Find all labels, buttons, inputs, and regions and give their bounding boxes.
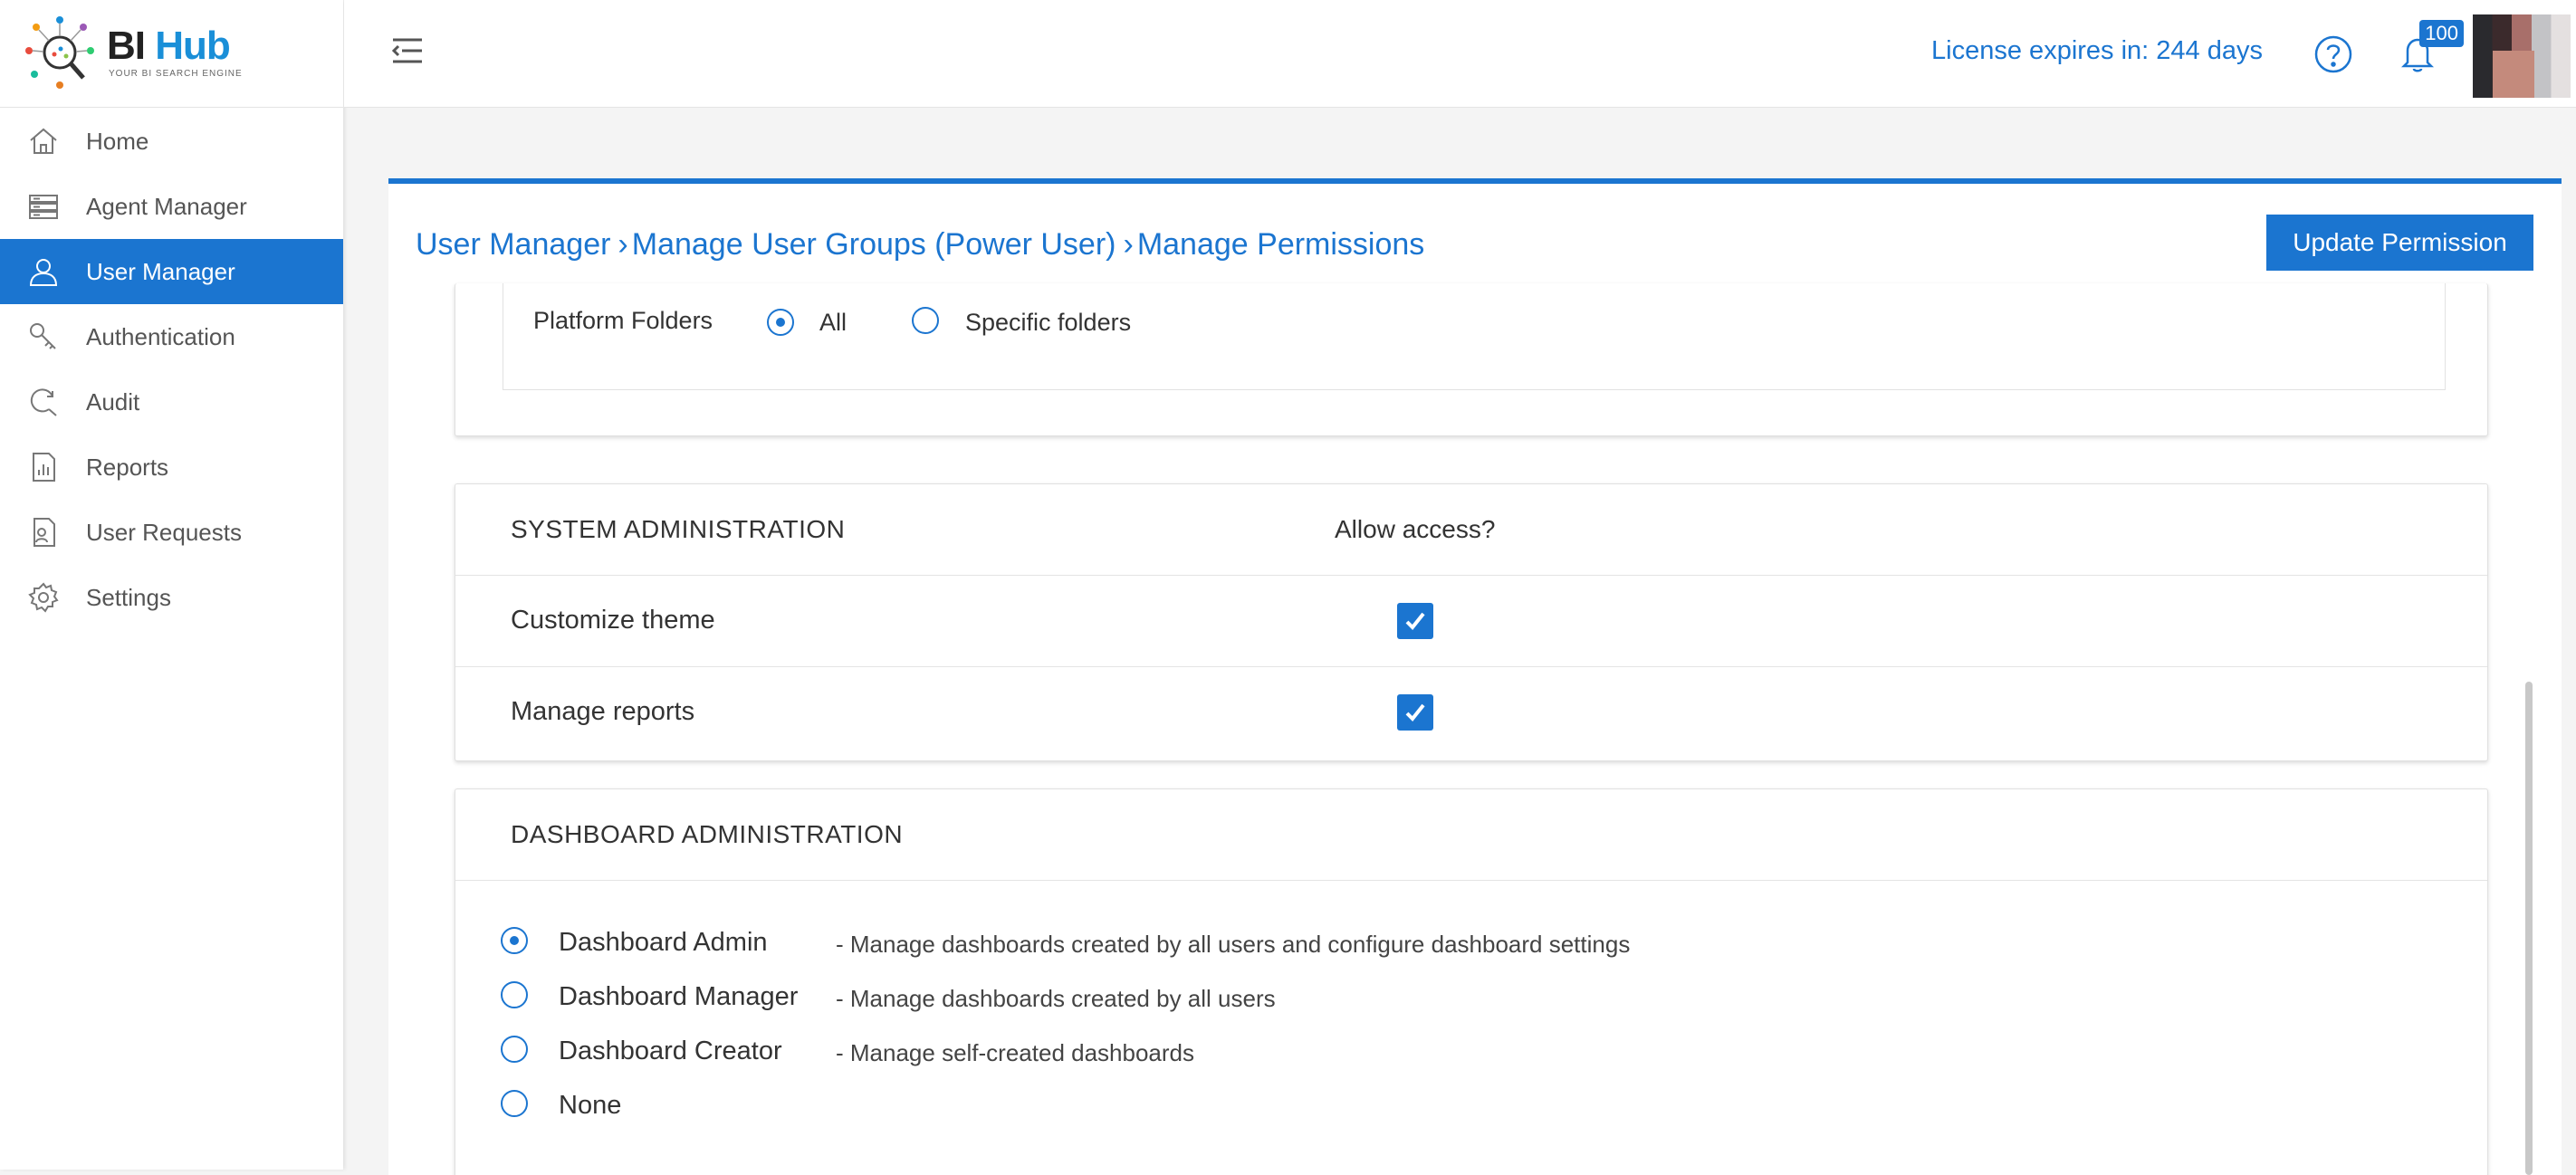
- sidebar-item-label: Reports: [86, 453, 169, 481]
- radio-none[interactable]: [501, 1090, 528, 1117]
- logo-icon: [25, 16, 94, 89]
- platform-folders-box: Platform Folders All Specific folders: [503, 283, 2446, 390]
- top-bar: License expires in: 244 days 100: [344, 0, 2576, 108]
- role-description: - Manage self-created dashboards: [836, 1039, 1195, 1066]
- radio-dashboard-admin[interactable]: [501, 927, 528, 954]
- radio-all[interactable]: [767, 309, 794, 336]
- role-name: None: [559, 1091, 622, 1120]
- row-label: Manage reports: [511, 697, 695, 726]
- dashboard-administration-card: DASHBOARD ADMINISTRATION Dashboard Admin…: [455, 788, 2488, 1175]
- notification-badge: 100: [2419, 20, 2464, 47]
- scrollbar-thumb[interactable]: [2525, 682, 2533, 1175]
- radio-all-label: All: [819, 309, 847, 336]
- radio-specific-folders-label: Specific folders: [965, 309, 1132, 336]
- role-description: - Manage dashboards created by all users…: [836, 931, 1631, 958]
- table-row: Customize theme: [455, 576, 2487, 667]
- brand-name-bi: BI: [107, 24, 146, 68]
- sidebar-item-label: Agent Manager: [86, 192, 247, 220]
- row-label: Customize theme: [511, 606, 715, 635]
- sidebar-item-audit[interactable]: Audit: [0, 369, 343, 435]
- update-permission-button[interactable]: Update Permission: [2266, 215, 2533, 271]
- sidebar-item-label: Audit: [86, 387, 140, 416]
- logo[interactable]: BI Hub YOUR BI SEARCH ENGINE: [0, 0, 343, 108]
- avatar[interactable]: [2473, 14, 2571, 98]
- gear-icon: [25, 579, 62, 616]
- sidebar-item-label: User Requests: [86, 518, 242, 546]
- permissions-panel: User Manager › Manage User Groups (Power U…: [388, 178, 2562, 1175]
- sidebar-item-home[interactable]: Home: [0, 109, 343, 174]
- sidebar-nav: Home Agent Manager User Manager Authenti…: [0, 109, 343, 630]
- sidebar-item-label: User Manager: [86, 257, 235, 285]
- manage-reports-checkbox[interactable]: [1397, 694, 1433, 731]
- system-admin-header-row: SYSTEM ADMINISTRATION Allow access?: [455, 484, 2487, 576]
- chevron-right-icon: ›: [618, 227, 628, 262]
- checkmark-icon: [1405, 612, 1425, 630]
- sidebar-item-label: Settings: [86, 583, 171, 611]
- dashboard-admin-header: DASHBOARD ADMINISTRATION: [455, 789, 2487, 881]
- key-icon: [25, 319, 62, 355]
- section-title: DASHBOARD ADMINISTRATION: [511, 820, 904, 848]
- chevron-right-icon: ›: [1123, 227, 1134, 262]
- breadcrumb: User Manager › Manage User Groups (Power U…: [416, 227, 1424, 263]
- sidebar-item-agent-manager[interactable]: Agent Manager: [0, 174, 343, 239]
- sidebar-item-reports[interactable]: Reports: [0, 435, 343, 500]
- home-icon: [25, 123, 62, 159]
- user-icon: [25, 253, 62, 290]
- breadcrumb-user-manager[interactable]: User Manager: [416, 227, 610, 262]
- role-name: Dashboard Creator: [559, 1036, 782, 1065]
- platform-folders-label: Platform Folders: [533, 307, 713, 334]
- menu-toggle-icon[interactable]: [389, 33, 426, 69]
- brand-name-hub: Hub: [155, 24, 231, 68]
- role-name: Dashboard Manager: [559, 982, 799, 1011]
- radio-specific-folders[interactable]: [912, 307, 939, 334]
- role-description: - Manage dashboards created by all users: [836, 985, 1276, 1012]
- sidebar-item-label: Home: [86, 127, 149, 155]
- help-icon[interactable]: [2313, 34, 2353, 74]
- section-title: SYSTEM ADMINISTRATION: [511, 515, 846, 543]
- request-icon: [25, 514, 62, 550]
- system-administration-card: SYSTEM ADMINISTRATION Allow access? Cust…: [455, 483, 2488, 761]
- sidebar-item-label: Authentication: [86, 322, 235, 350]
- brand-name: BI Hub: [107, 24, 231, 69]
- customize-theme-checkbox[interactable]: [1397, 603, 1433, 639]
- sidebar: BI Hub YOUR BI SEARCH ENGINE Home Agent …: [0, 0, 343, 1170]
- audit-search-icon: [25, 384, 62, 420]
- platform-folders-card: Platform Folders All Specific folders: [455, 283, 2488, 436]
- sidebar-item-user-manager[interactable]: User Manager: [0, 239, 343, 304]
- radio-dashboard-manager[interactable]: [501, 981, 528, 1008]
- table-row: Manage reports: [455, 667, 2487, 758]
- role-name: Dashboard Admin: [559, 928, 768, 957]
- column-header-allow-access: Allow access?: [1335, 515, 1496, 543]
- breadcrumb-manage-user-groups[interactable]: Manage User Groups (Power User): [632, 227, 1116, 262]
- license-expiry-text: License expires in: 244 days: [1931, 36, 2263, 65]
- report-icon: [25, 449, 62, 485]
- checkmark-icon: [1405, 703, 1425, 721]
- breadcrumb-manage-permissions: Manage Permissions: [1136, 227, 1425, 262]
- server-icon: [25, 188, 62, 224]
- sidebar-item-settings[interactable]: Settings: [0, 565, 343, 630]
- radio-dashboard-creator[interactable]: [501, 1036, 528, 1063]
- brand-tagline: YOUR BI SEARCH ENGINE: [109, 69, 243, 79]
- sidebar-item-user-requests[interactable]: User Requests: [0, 500, 343, 565]
- sidebar-item-authentication[interactable]: Authentication: [0, 304, 343, 369]
